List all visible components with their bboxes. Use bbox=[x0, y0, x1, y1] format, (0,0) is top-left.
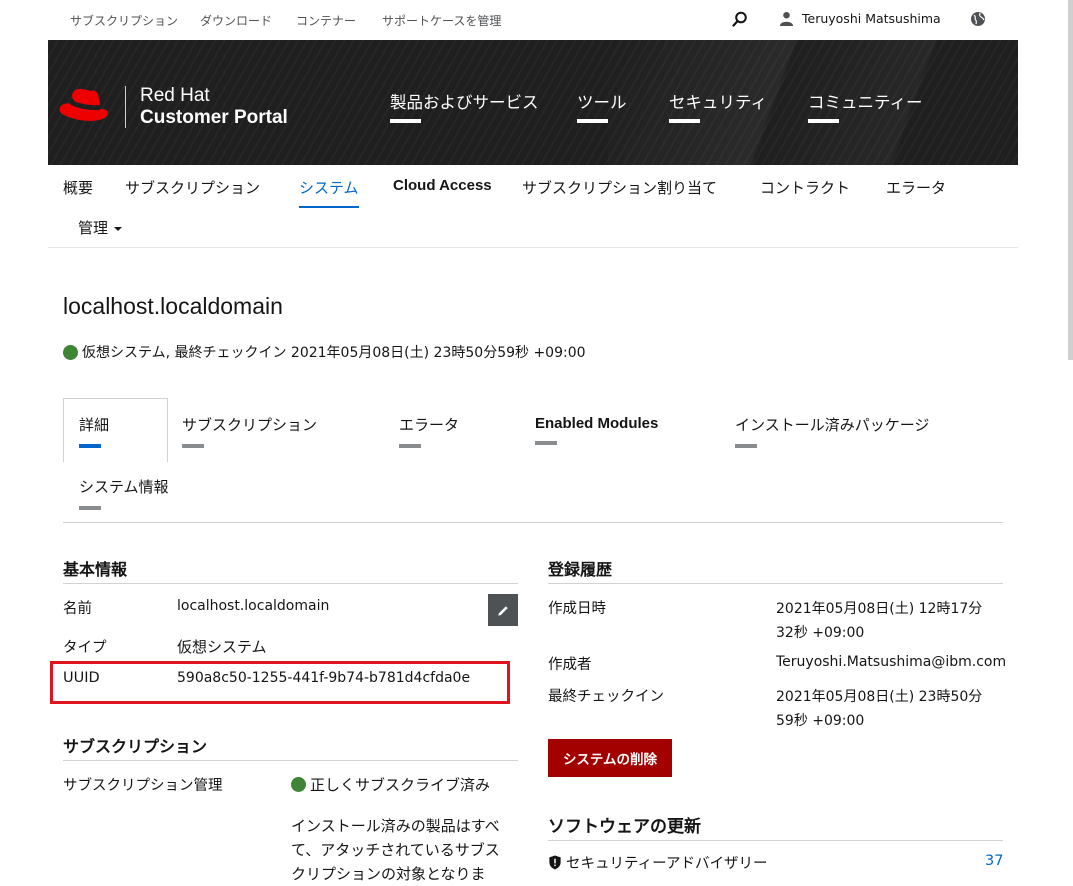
tab-system-info[interactable]: システム情報 bbox=[79, 476, 169, 510]
name-value: localhost.localdomain bbox=[177, 598, 330, 614]
manage-label: 管理 bbox=[78, 219, 109, 237]
utility-bar: サブスクリプション ダウンロード コンテナー サポートケースを管理 Teruyo… bbox=[48, 0, 1018, 40]
subscription-heading: サブスクリプション bbox=[63, 733, 518, 761]
user-menu[interactable]: Teruyoshi Matsushima bbox=[779, 11, 941, 26]
status-text: 仮想システム, 最終チェックイン 2021年05月08日(土) 23時50分59… bbox=[82, 345, 586, 361]
subnav-overview[interactable]: 概要 bbox=[63, 177, 93, 198]
security-advisories-count[interactable]: 37 bbox=[985, 853, 1003, 869]
subnav-allocations[interactable]: サブスクリプション割り当て bbox=[522, 177, 717, 198]
util-link-support-cases[interactable]: サポートケースを管理 bbox=[382, 12, 501, 29]
globe-icon[interactable] bbox=[970, 11, 986, 27]
tab-label: インストール済みパッケージ bbox=[735, 416, 930, 434]
tab-label: エラータ bbox=[399, 416, 460, 434]
nav-community[interactable]: コミュニティー bbox=[808, 89, 923, 123]
created-label: 作成日時 bbox=[548, 601, 606, 617]
pencil-icon bbox=[497, 605, 508, 616]
status-ok-icon bbox=[63, 344, 78, 360]
tab-installed-packages[interactable]: インストール済みパッケージ bbox=[735, 414, 929, 448]
nav-label: セキュリティ bbox=[669, 93, 768, 112]
nav-security[interactable]: セキュリティ bbox=[669, 89, 767, 123]
left-gutter bbox=[0, 0, 48, 878]
tab-label: サブスクリプション bbox=[182, 416, 318, 434]
subscription-description: インストール済みの製品はすべ て、アタッチされているサブス クリプションの対象と… bbox=[291, 814, 500, 886]
nav-tools[interactable]: ツール bbox=[577, 89, 627, 123]
last-checkin-label: 最終チェックイン bbox=[548, 689, 664, 705]
created-value: 2021年05月08日(土) 12時17分 32秒 +09:00 bbox=[776, 597, 982, 645]
subscription-status: 正しくサブスクライブ済み bbox=[291, 774, 490, 795]
logo-line1: Red Hat bbox=[140, 85, 210, 106]
tab-label: システム情報 bbox=[79, 478, 169, 496]
detail-tabs: 詳細 サブスクリプション エラータ Enabled Modules インストール… bbox=[63, 398, 1003, 523]
tab-subscriptions[interactable]: サブスクリプション bbox=[182, 414, 317, 448]
subscribed-ok-icon bbox=[291, 777, 306, 792]
scrollbar-thumb[interactable] bbox=[1068, 0, 1073, 360]
type-label: タイプ bbox=[63, 640, 107, 656]
nav-label: 製品およびサービス bbox=[390, 93, 539, 112]
util-link-subscriptions[interactable]: サブスクリプション bbox=[70, 12, 178, 29]
tab-details[interactable]: 詳細 bbox=[79, 414, 109, 448]
subnav-cloud-access[interactable]: Cloud Access bbox=[393, 177, 492, 194]
subscription-mgmt-label: サブスクリプション管理 bbox=[63, 778, 223, 794]
search-icon[interactable] bbox=[732, 11, 748, 27]
desc-line: インストール済みの製品はすべ bbox=[291, 817, 500, 835]
portal-name[interactable]: Red Hat Customer Portal bbox=[140, 85, 288, 129]
edit-name-button[interactable] bbox=[488, 594, 518, 626]
subnav-contracts[interactable]: コントラクト bbox=[760, 177, 850, 198]
desc-line: クリプションの対象となりま bbox=[291, 865, 486, 883]
red-hat-logo-icon[interactable] bbox=[58, 85, 110, 125]
basic-info-heading: 基本情報 bbox=[63, 556, 518, 584]
tab-label: Enabled Modules bbox=[535, 415, 659, 432]
subnav-errata[interactable]: エラータ bbox=[886, 177, 946, 198]
subscription-status-text: 正しくサブスクライブ済み bbox=[310, 776, 491, 794]
uuid-highlight-box bbox=[50, 661, 510, 704]
security-advisories-row: セキュリティーアドバイザリー bbox=[548, 852, 768, 873]
nav-label: ツール bbox=[577, 93, 627, 112]
masthead: Red Hat Customer Portal 製品およびサービス ツール セキ… bbox=[48, 40, 1018, 165]
checkin-line2: 59秒 +09:00 bbox=[776, 713, 865, 729]
created-line2: 32秒 +09:00 bbox=[776, 625, 865, 641]
software-updates-heading: ソフトウェアの更新 bbox=[548, 812, 1003, 841]
util-link-containers[interactable]: コンテナー bbox=[296, 12, 356, 29]
secondary-nav: 概要 サブスクリプション システム Cloud Access サブスクリプション… bbox=[48, 165, 1018, 248]
created-line1: 2021年05月08日(土) 12時17分 bbox=[776, 601, 983, 617]
security-advisories-label: セキュリティーアドバイザリー bbox=[566, 856, 768, 872]
logo-divider bbox=[125, 86, 126, 128]
caret-down-icon bbox=[114, 226, 123, 231]
shield-icon bbox=[549, 855, 561, 870]
util-link-downloads[interactable]: ダウンロード bbox=[200, 12, 272, 29]
last-checkin-value: 2021年05月08日(土) 23時50分 59秒 +09:00 bbox=[776, 685, 982, 733]
creator-label: 作成者 bbox=[548, 657, 592, 673]
subnav-subscriptions[interactable]: サブスクリプション bbox=[125, 177, 260, 198]
page-title: localhost.localdomain bbox=[63, 293, 283, 319]
tab-enabled-modules[interactable]: Enabled Modules bbox=[535, 415, 658, 445]
user-name: Teruyoshi Matsushima bbox=[802, 11, 941, 26]
subnav-systems[interactable]: システム bbox=[299, 177, 359, 208]
desc-line: て、アタッチされているサブス bbox=[291, 841, 500, 859]
history-heading: 登録履歴 bbox=[548, 556, 1003, 584]
user-icon bbox=[779, 11, 794, 26]
nav-label: コミュニティー bbox=[808, 93, 923, 112]
tab-label: 詳細 bbox=[79, 416, 110, 434]
system-status: 仮想システム, 最終チェックイン 2021年05月08日(土) 23時50分59… bbox=[63, 342, 586, 362]
type-value: 仮想システム bbox=[177, 638, 267, 656]
tab-errata[interactable]: エラータ bbox=[399, 414, 459, 448]
right-gutter bbox=[1018, 0, 1073, 878]
delete-system-button[interactable]: システムの削除 bbox=[548, 739, 672, 777]
logo-line2: Customer Portal bbox=[140, 107, 288, 128]
nav-products[interactable]: 製品およびサービス bbox=[390, 89, 539, 123]
creator-value: Teruyoshi.Matsushima@ibm.com bbox=[776, 654, 1007, 670]
subnav-manage-dropdown[interactable]: 管理 bbox=[78, 217, 123, 238]
name-label: 名前 bbox=[63, 601, 92, 617]
checkin-line1: 2021年05月08日(土) 23時50分 bbox=[776, 689, 983, 705]
